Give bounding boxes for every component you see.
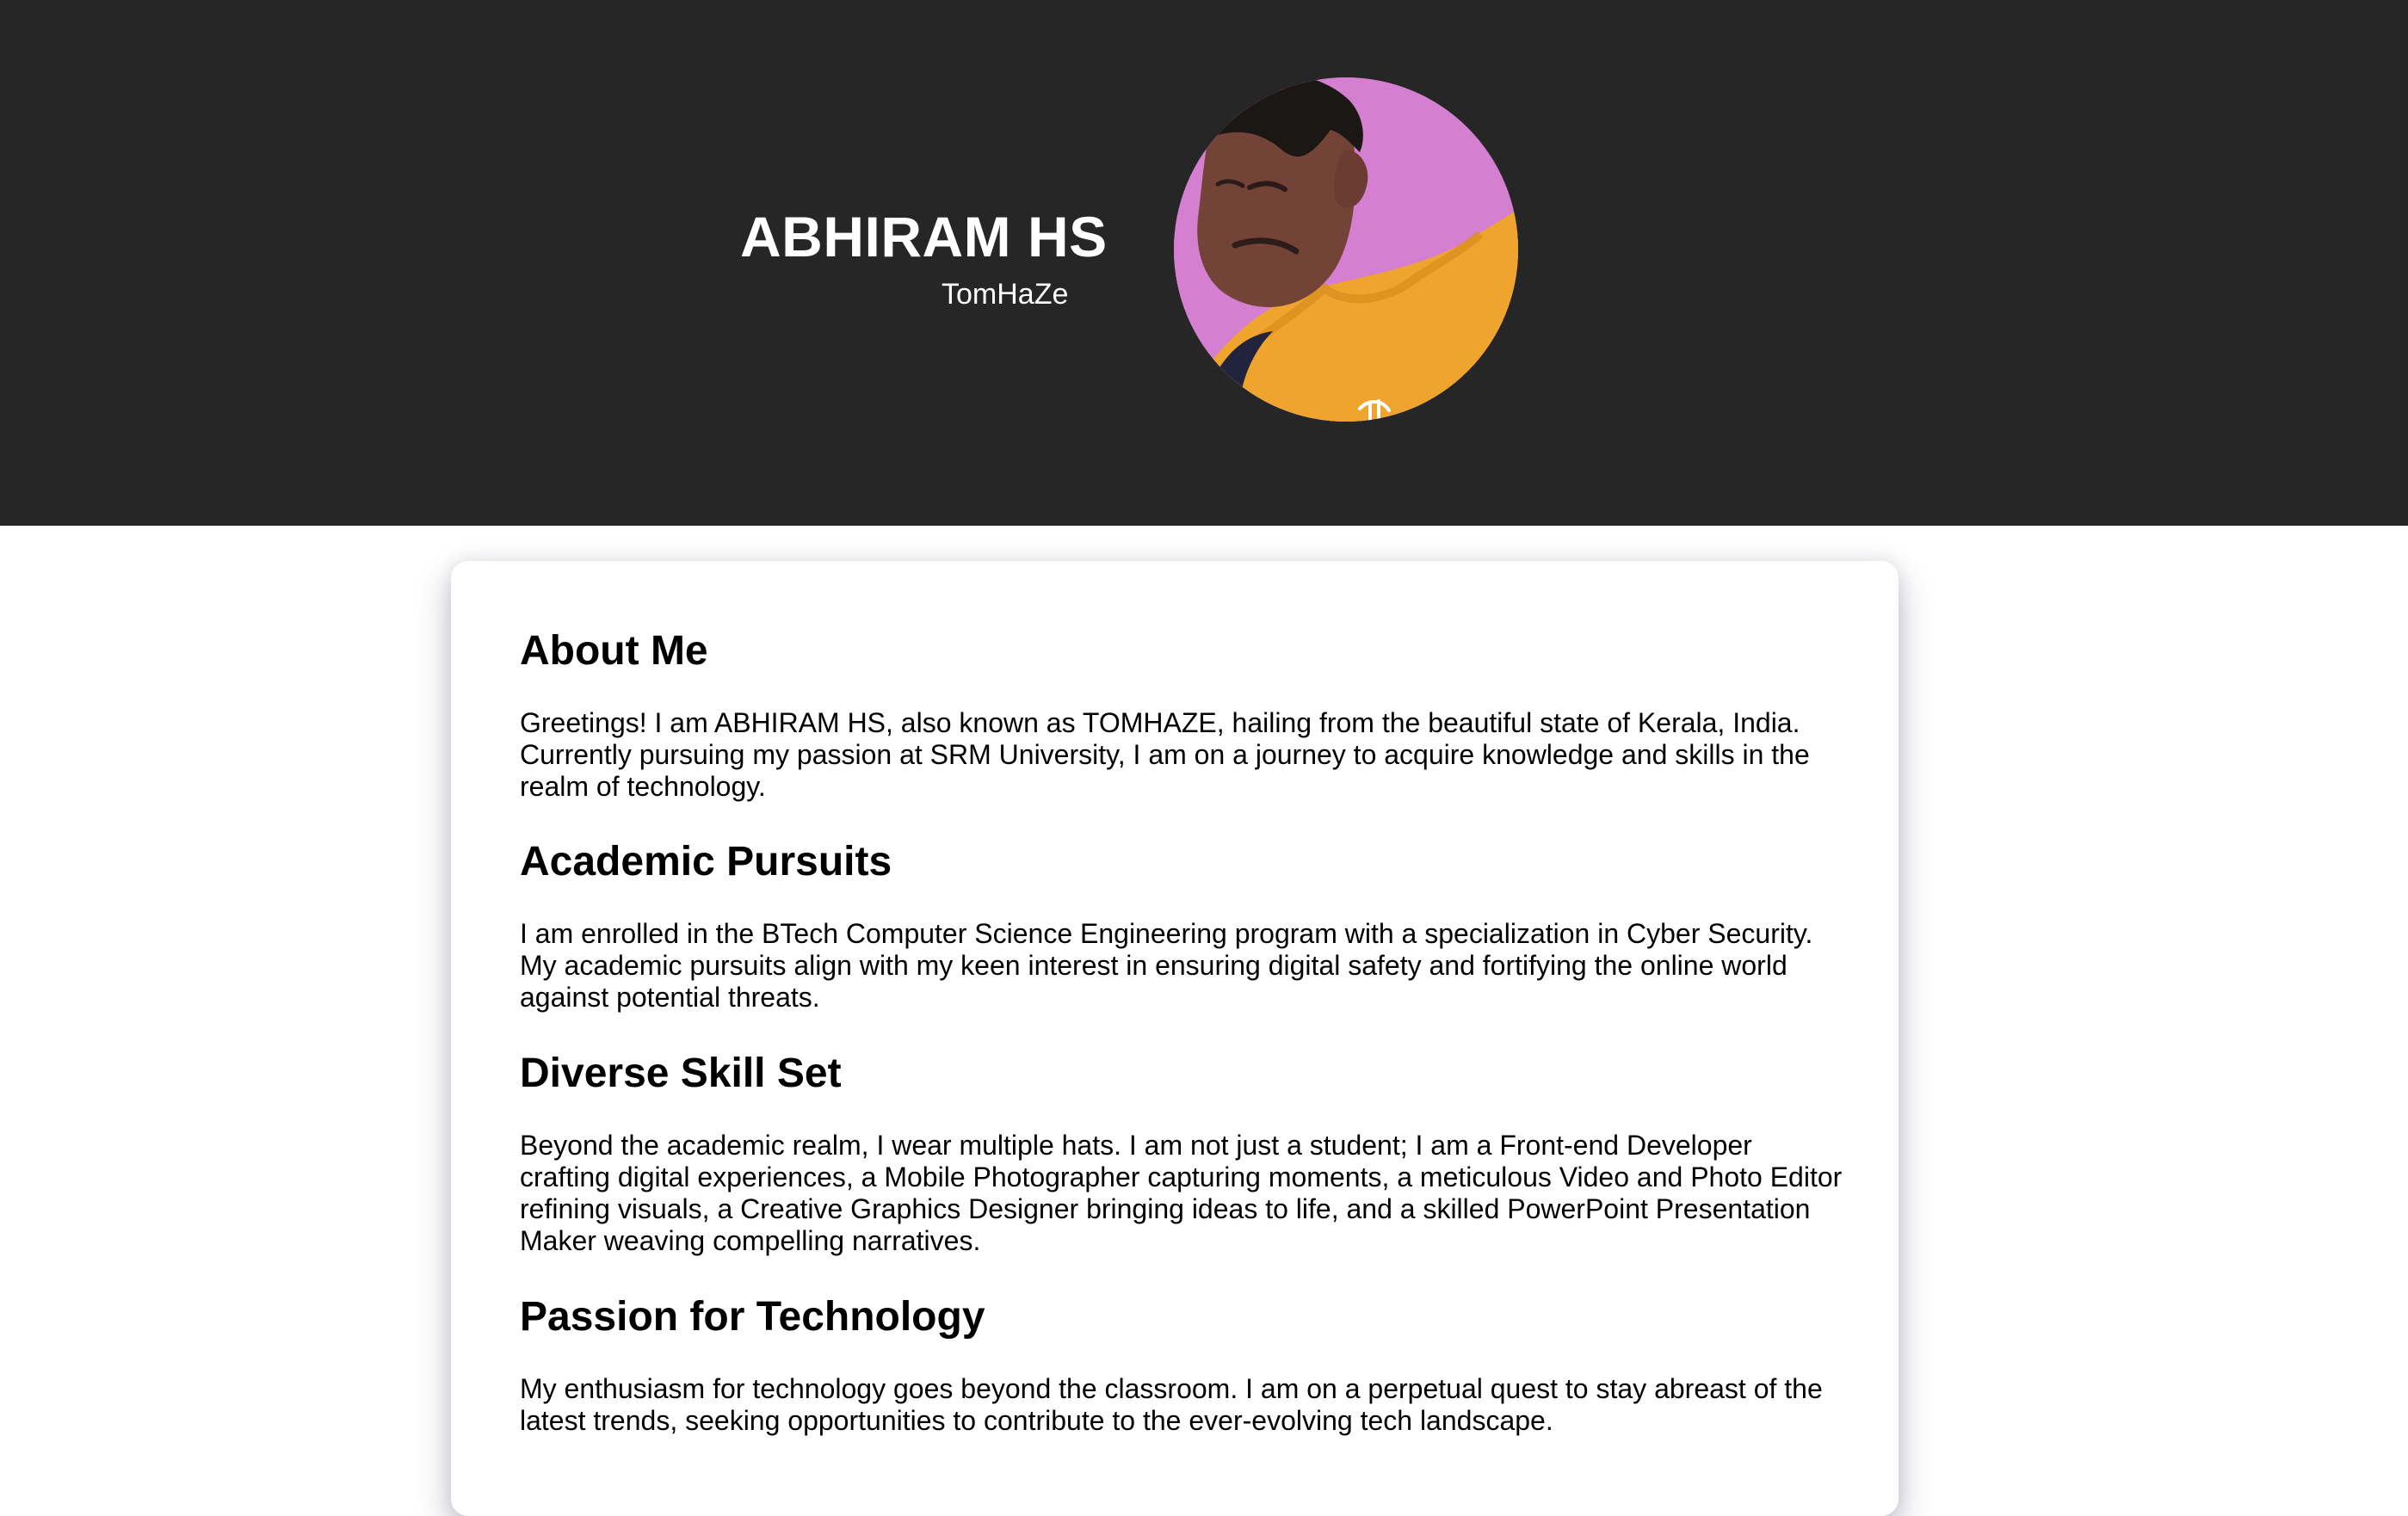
profile-alias: TomHaZe — [942, 278, 1069, 311]
about-card: About Me Greetings! I am ABHIRAM HS, als… — [451, 561, 1899, 1516]
passion-for-technology-text: My enthusiasm for technology goes beyond… — [520, 1373, 1823, 1436]
academic-pursuits-text: I am enrolled in the BTech Computer Scie… — [520, 918, 1813, 1013]
about-me-text: Greetings! I am ABHIRAM HS, also known a… — [520, 707, 1810, 802]
academic-pursuits-heading: Academic Pursuits — [520, 839, 892, 884]
diverse-skill-set-heading: Diverse Skill Set — [520, 1051, 842, 1096]
about-me-heading: About Me — [520, 628, 708, 674]
profile-name: ABHIRAM HS — [740, 205, 1108, 268]
profile-photo-svg — [1174, 77, 1518, 422]
profile-header: ABHIRAM HS TomHaZe — [0, 0, 2408, 526]
diverse-skill-set-text: Beyond the academic realm, I wear multip… — [520, 1130, 1843, 1256]
profile-photo-icon — [1174, 77, 1518, 422]
passion-for-technology-heading: Passion for Technology — [520, 1294, 985, 1340]
